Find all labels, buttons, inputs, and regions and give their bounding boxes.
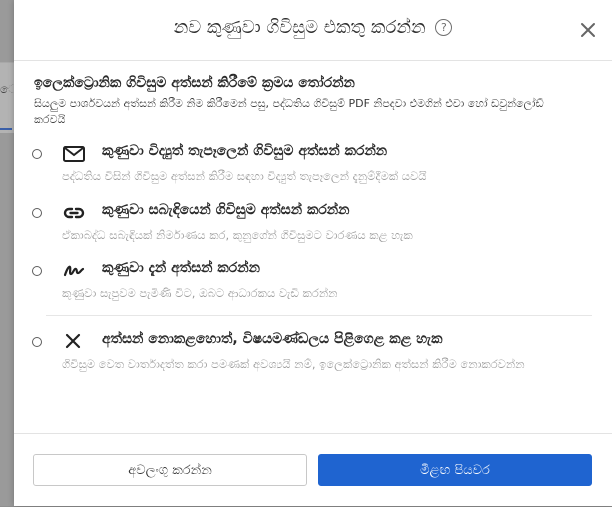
option-label: අත්සන් නොකළහොත්, විෂයමණ්ඩලය පිළිගෙළ කළ හ… xyxy=(102,331,443,347)
section-description: සියලුම පාර්ශවයන් අත්සන් කිරීම නිම කිරීමෙ… xyxy=(34,97,544,126)
dialog-body: ඉලෙක්ට්‍රොනික ගිවිසුම අත්සන් කිරීමේ ක්‍ර… xyxy=(14,61,612,433)
envelope-icon xyxy=(63,146,85,162)
radio-email-sign[interactable] xyxy=(32,149,42,159)
dialog-footer: අවලංගු කරන්න මීළඟ පියවර xyxy=(14,433,612,507)
radio-link-sign[interactable] xyxy=(32,208,42,218)
option-description: ඒකාබද්ධ සබැඳියක් නිර්මාණය කර, කුනුගේන් ග… xyxy=(62,228,413,242)
option-label: කුණුවා දැන් අත්සන් කරන්න xyxy=(102,260,260,276)
background-app: ෙ xyxy=(0,0,18,506)
radio-sign-now[interactable] xyxy=(32,266,42,276)
close-icon[interactable] xyxy=(578,20,598,40)
option-description: ගිවිසුම වෙත වාර්තාදත්ත කරා පමණක් අවශ්‍යය… xyxy=(62,357,525,371)
dialog-title: නව කුණුවා ගිවිසුම එකතු කරන්න ? xyxy=(14,17,612,38)
radio-no-sign[interactable] xyxy=(32,337,42,347)
help-icon[interactable]: ? xyxy=(435,19,453,36)
x-icon xyxy=(65,333,81,349)
section-title: ඉලෙක්ට්‍රොනික ගිවිසුම අත්සන් කිරීමේ ක්‍ර… xyxy=(34,75,355,91)
next-step-button[interactable]: මීළඟ පියවර xyxy=(318,454,592,486)
link-icon xyxy=(63,207,85,219)
background-toolbar xyxy=(0,62,14,133)
option-label: කුණුවා සබැඳියෙන් ගිවිසුම අත්සන් කරන්න xyxy=(102,202,350,218)
cancel-button[interactable]: අවලංගු කරන්න xyxy=(33,454,307,486)
option-description: පද්ධතිය විසින් ගිවිසුම අත්සන් කිරීම සඳහා… xyxy=(62,169,427,183)
option-description: කුණුවා සැපුවම පැමිණි විට, ඔබට ආධාරකය වැඩ… xyxy=(62,286,338,300)
option-label: කුණුවා විද්‍යුත් තැපෑලෙන් ගිවිසුම අත්සන්… xyxy=(102,143,388,159)
background-active-tab-indicator xyxy=(0,128,12,130)
dialog-header: නව කුණුවා ගිවිසුම එකතු කරන්න ? xyxy=(14,0,612,61)
signature-icon xyxy=(63,265,85,277)
add-contract-dialog: නව කුණුවා ගිවිසුම එකතු කරන්න ? ඉලෙක්ට්‍ර… xyxy=(14,0,612,506)
options-divider xyxy=(46,315,592,316)
dialog-title-text: නව කුණුවා ගිවිසුම එකතු කරන්න xyxy=(173,17,426,38)
